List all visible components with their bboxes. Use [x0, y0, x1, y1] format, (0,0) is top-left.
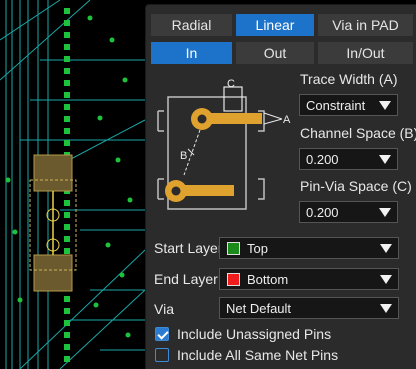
- pcb-via: [5, 177, 11, 183]
- chevron-down-icon: [379, 155, 391, 164]
- chevron-down-icon: [380, 244, 392, 253]
- pcb-pad: [64, 236, 70, 242]
- pcb-pad: [64, 56, 70, 62]
- via-label: Via: [154, 301, 174, 317]
- pcb-pad: [64, 20, 70, 26]
- pcb-pad: [64, 308, 70, 314]
- chevron-down-icon: [380, 304, 392, 313]
- start-layer-label: Start Layer: [154, 240, 223, 256]
- end-layer-label: End Layer: [154, 271, 218, 287]
- pcb-pad: [64, 212, 70, 218]
- chevron-down-icon: [379, 101, 391, 110]
- end-layer-color-swatch: [227, 272, 240, 286]
- pcb-via: [125, 332, 131, 338]
- pcb-pad: [64, 44, 70, 50]
- fanout-panel: Radial Linear Via in PAD In Out In/Out C…: [145, 4, 416, 369]
- pcb-pad: [64, 224, 70, 230]
- include-unassigned-label[interactable]: Include Unassigned Pins: [177, 326, 331, 342]
- channel-space-dropdown[interactable]: 0.200: [299, 148, 398, 170]
- pcb-pad: [64, 8, 70, 14]
- pcb-via: [127, 197, 133, 203]
- pcb-pad: [64, 116, 70, 122]
- pcb-via: [17, 297, 23, 303]
- pcb-component: [33, 154, 73, 192]
- start-layer-color-swatch: [227, 241, 240, 255]
- via-value: Net Default: [226, 300, 292, 316]
- mode-radial-button[interactable]: Radial: [151, 14, 232, 36]
- dim-b-label: B: [180, 150, 187, 162]
- pcb-pad: [64, 296, 70, 302]
- start-layer-dropdown[interactable]: Top: [219, 237, 399, 259]
- pcb-pad: [64, 140, 70, 146]
- direction-in-out-button[interactable]: In/Out: [318, 42, 413, 64]
- pin-via-space-label: Pin-Via Space (C): [300, 178, 412, 194]
- pcb-pad: [64, 104, 70, 110]
- direction-in-button[interactable]: In: [151, 42, 232, 64]
- pcb-trace: [0, 0, 91, 81]
- pcb-pad: [64, 80, 70, 86]
- pcb-via: [93, 302, 99, 308]
- pcb-pad: [64, 68, 70, 74]
- pcb-via: [87, 15, 93, 21]
- pcb-pad: [64, 332, 70, 338]
- pcb-pad: [64, 32, 70, 38]
- start-layer-value: Top: [247, 240, 268, 256]
- pcb-trace: [59, 289, 146, 369]
- pcb-pad: [64, 320, 70, 326]
- dim-c-label: C: [227, 78, 235, 90]
- end-layer-value: Bottom: [247, 271, 289, 287]
- end-layer-dropdown[interactable]: Bottom: [219, 268, 399, 290]
- chevron-down-icon: [379, 208, 391, 217]
- pcb-via: [115, 157, 121, 163]
- trace-width-label: Trace Width (A): [300, 71, 398, 87]
- include-same-net-label[interactable]: Include All Same Net Pins: [177, 347, 338, 363]
- trace-width-dropdown[interactable]: Constraint: [299, 94, 398, 116]
- include-unassigned-checkbox[interactable]: [155, 327, 169, 341]
- via-dropdown[interactable]: Net Default: [219, 297, 399, 319]
- trace-width-value: Constraint: [306, 97, 366, 113]
- chevron-down-icon: [380, 275, 392, 284]
- channel-space-value: 0.200: [306, 151, 339, 167]
- mode-linear-button[interactable]: Linear: [236, 14, 314, 36]
- pcb-pad: [64, 248, 70, 254]
- pin-via-space-dropdown[interactable]: 0.200: [299, 201, 398, 223]
- include-same-net-checkbox[interactable]: [155, 348, 169, 362]
- pcb-pad: [64, 92, 70, 98]
- pcb-pad: [64, 356, 70, 362]
- pin-via-space-value: 0.200: [306, 204, 339, 220]
- pcb-pad: [64, 344, 70, 350]
- dim-a-label: A: [283, 114, 291, 126]
- pcb-via: [12, 229, 18, 235]
- channel-space-label: Channel Space (B): [300, 125, 416, 141]
- pcb-via: [122, 77, 128, 83]
- pcb-via: [105, 242, 111, 248]
- direction-out-button[interactable]: Out: [236, 42, 314, 64]
- pcb-via: [109, 37, 115, 43]
- fanout-diagram: C A B: [157, 78, 291, 210]
- pcb-pad: [64, 200, 70, 206]
- pcb-via: [97, 115, 103, 121]
- pcb-pad: [64, 128, 70, 134]
- pcb-component: [33, 254, 73, 292]
- mode-via-in-pad-button[interactable]: Via in PAD: [318, 14, 413, 36]
- pcb-via: [119, 272, 125, 278]
